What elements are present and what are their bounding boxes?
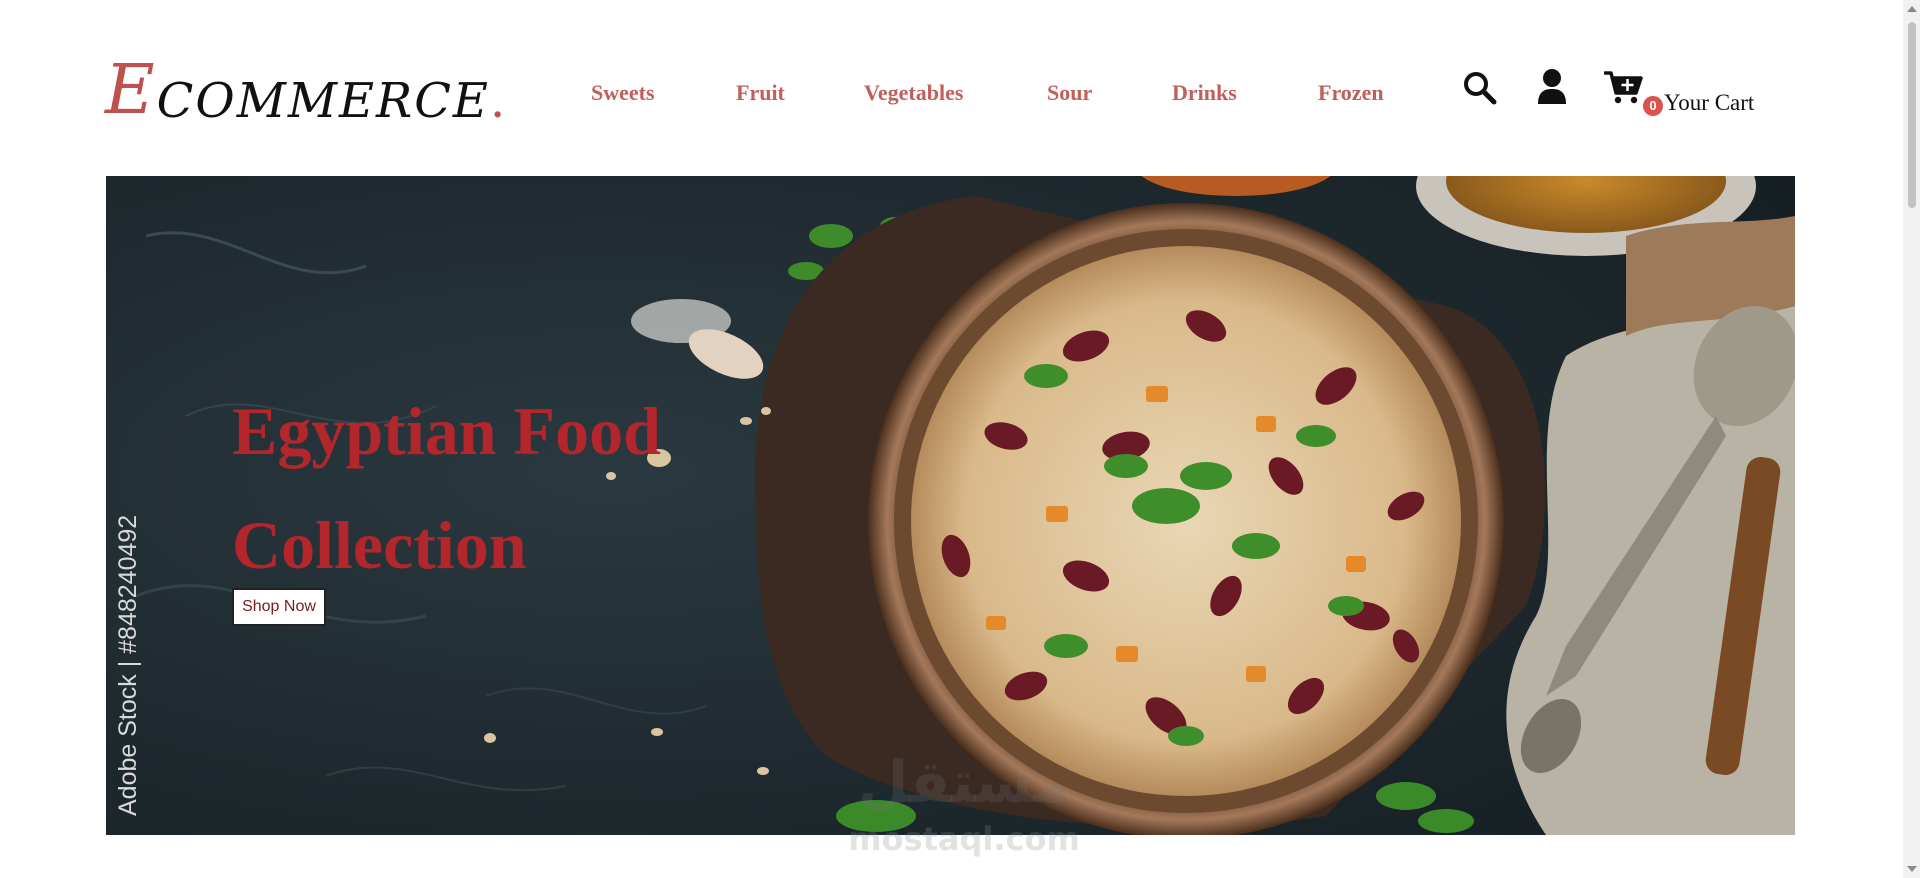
nav-item-sour[interactable]: Sour <box>1047 80 1092 106</box>
logo-initial: E <box>105 51 155 130</box>
site-watermark-latin: mostaql.com <box>848 820 1080 858</box>
user-icon[interactable] <box>1536 68 1568 111</box>
brand-logo[interactable]: E COMMERCE . <box>105 51 506 130</box>
scrollbar-thumb[interactable] <box>1908 22 1916 208</box>
site-header: E COMMERCE . Sweets Fruit Vegetables Sou… <box>0 0 1900 176</box>
nav-item-drinks[interactable]: Drinks <box>1172 80 1237 106</box>
cart-count-badge: 0 <box>1643 96 1663 116</box>
nav-item-frozen[interactable]: Frozen <box>1318 80 1384 106</box>
scroll-up-arrow-icon[interactable] <box>1907 6 1917 12</box>
hero-title: Egyptian Food Collection <box>232 393 661 583</box>
shop-now-button[interactable]: Shop Now <box>232 588 326 626</box>
cart-label[interactable]: Your Cart <box>1664 90 1754 116</box>
logo-dot: . <box>489 73 506 129</box>
hero-banner: Egyptian Food Collection Shop Now Adobe … <box>106 176 1795 835</box>
nav-item-vegetables[interactable]: Vegetables <box>864 80 963 106</box>
cart-plus-icon[interactable] <box>1603 68 1644 111</box>
vertical-scrollbar[interactable] <box>1903 0 1920 878</box>
nav-item-fruit[interactable]: Fruit <box>736 80 785 106</box>
image-stock-watermark: Adobe Stock | #848240492 <box>114 514 142 816</box>
nav-item-sweets[interactable]: Sweets <box>591 80 655 106</box>
scroll-down-arrow-icon[interactable] <box>1907 866 1917 872</box>
logo-wordmark: COMMERCE <box>156 73 490 129</box>
site-watermark-arabic: مستقل <box>857 748 1071 816</box>
search-icon[interactable] <box>1462 70 1498 111</box>
